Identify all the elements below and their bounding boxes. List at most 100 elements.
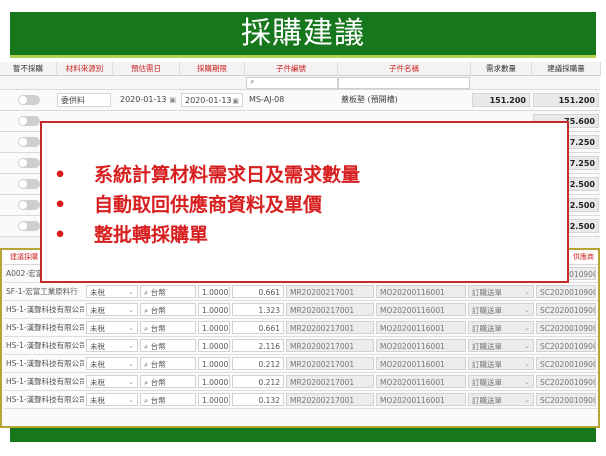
deadline-field[interactable]: 2020-01-13 ▣ — [181, 93, 243, 107]
chevron-down-icon: ⌄ — [524, 288, 530, 296]
chevron-down-icon: ⌄ — [128, 342, 134, 350]
source-select[interactable]: 委供料 — [57, 93, 111, 107]
col-header-hold[interactable]: 暫不採購 — [0, 62, 57, 76]
mo-number-cell: MO20200116001 — [376, 303, 466, 316]
feature-callout: • 系統計算材料需求日及需求數量 • 自動取回供應商資料及單價 • 整批轉採購單 — [40, 121, 569, 283]
currency-lookup[interactable]: ⌕ 台幣 — [140, 339, 196, 352]
sc-number-cell: SC20200109001 — [536, 375, 596, 388]
chevron-down-icon: ⌄ — [524, 306, 530, 314]
tab-supplier[interactable]: 供應商 — [573, 252, 594, 263]
sc-number-cell: SC20200109001 — [536, 321, 596, 334]
chevron-down-icon: ⌄ — [524, 360, 530, 368]
table-row[interactable]: HS-1-漢聲科技有限公司 未稅 ⌄ ⌕ 台幣 1.0000 0.661 MR2020021… — [4, 319, 598, 337]
search-icon: ⌕ — [144, 342, 151, 351]
tax-select[interactable]: 未稅⌄ — [86, 321, 138, 334]
need-date-field[interactable]: 2020-01-13 ▣ — [117, 93, 179, 107]
unit-price-field[interactable]: 0.132 — [232, 393, 284, 406]
exchange-rate-field[interactable]: 1.0000 — [198, 375, 230, 388]
currency-lookup[interactable]: ⌕ 台幣 — [140, 357, 196, 370]
tax-select[interactable]: 未稅⌄ — [86, 393, 138, 406]
exchange-rate-field[interactable]: 1.0000 — [198, 285, 230, 298]
order-action-select[interactable]: 訂購送單⌄ — [468, 285, 534, 298]
order-action-select[interactable]: 訂購送單⌄ — [468, 393, 534, 406]
col-header-need-date[interactable]: 預估需日 — [113, 62, 180, 76]
supplier-cell: SF-1-宏富工業原料行 — [6, 287, 78, 296]
chevron-down-icon: ⌄ — [128, 324, 134, 332]
mr-number-cell: MR20200217001 — [286, 393, 374, 406]
tax-select[interactable]: 未稅⌄ — [86, 339, 138, 352]
exchange-rate-field[interactable]: 1.0000 — [198, 393, 230, 406]
hold-toggle[interactable] — [18, 200, 40, 210]
search-icon: ⌕ — [250, 77, 255, 86]
callout-item: • 自動取回供應商資料及單價 — [54, 194, 323, 216]
tax-select[interactable]: 未稅⌄ — [86, 357, 138, 370]
table-row[interactable]: HS-1-漢聲科技有限公司 未稅 ⌄ ⌕ 台幣 1.0000 1.323 MR2020021… — [4, 301, 598, 319]
chevron-down-icon: ⌄ — [128, 306, 134, 314]
unit-price-field[interactable]: 0.661 — [232, 321, 284, 334]
tax-select[interactable]: 未稅⌄ — [86, 285, 138, 298]
currency-lookup[interactable]: ⌕ 台幣 — [140, 375, 196, 388]
currency-lookup[interactable]: ⌕ 台幣 — [140, 303, 196, 316]
supplier-cell: HS-1-漢聲科技有限公司 — [6, 395, 84, 404]
table-row[interactable]: HS-1-漢聲科技有限公司 未稅 ⌄ ⌕ 台幣 1.0000 2.116 MR2020021… — [4, 337, 598, 355]
hold-toggle[interactable] — [18, 221, 40, 231]
unit-price-field[interactable]: 2.116 — [232, 339, 284, 352]
hold-toggle[interactable] — [18, 158, 40, 168]
sc-number-cell: SC20200109001 — [536, 357, 596, 370]
order-action-select[interactable]: 訂購送單⌄ — [468, 375, 534, 388]
order-action-select[interactable]: 訂購送單⌄ — [468, 321, 534, 334]
hold-toggle[interactable] — [18, 116, 40, 126]
hold-toggle[interactable] — [18, 179, 40, 189]
currency-lookup[interactable]: ⌕ 台幣 — [140, 393, 196, 406]
tax-select[interactable]: 未稅⌄ — [86, 303, 138, 316]
mo-number-cell: MO20200116001 — [376, 357, 466, 370]
exchange-rate-field[interactable]: 1.0000 — [198, 303, 230, 316]
part-name-filter-input[interactable] — [338, 77, 470, 89]
table-row[interactable]: HS-1-漢聲科技有限公司 未稅 ⌄ ⌕ 台幣 1.0000 0.132 MR2020021… — [4, 391, 598, 409]
exchange-rate-field[interactable]: 1.0000 — [198, 321, 230, 334]
part-no-cell: MS-AJ-08 — [249, 95, 285, 104]
col-header-part-name[interactable]: 子件名稱 — [338, 62, 471, 76]
table-row[interactable]: HS-1-漢聲科技有限公司 未稅 ⌄ ⌕ 台幣 1.0000 0.212 MR2020021… — [4, 373, 598, 391]
mr-number-cell: MR20200217001 — [286, 339, 374, 352]
currency-lookup[interactable]: ⌕ 台幣 — [140, 285, 196, 298]
col-header-source[interactable]: 材料來源別 — [57, 62, 113, 76]
exchange-rate-field[interactable]: 1.0000 — [198, 357, 230, 370]
col-header-demand-qty[interactable]: 需求數量 — [471, 62, 532, 76]
col-header-suggest-qty[interactable]: 建議採購量 — [532, 62, 601, 76]
exchange-rate-field[interactable]: 1.0000 — [198, 339, 230, 352]
col-header-part-no[interactable]: 子件編號 — [245, 62, 338, 76]
sc-number-cell: SC20200109001 — [536, 303, 596, 316]
tax-select[interactable]: 未稅⌄ — [86, 375, 138, 388]
order-action-select[interactable]: 訂購送單⌄ — [468, 303, 534, 316]
callout-item: • 整批轉採購單 — [54, 224, 209, 246]
mr-number-cell: MR20200217001 — [286, 357, 374, 370]
unit-price-field[interactable]: 0.212 — [232, 375, 284, 388]
unit-price-field[interactable]: 1.323 — [232, 303, 284, 316]
hold-toggle[interactable] — [18, 95, 40, 105]
mr-number-cell: MR20200217001 — [286, 303, 374, 316]
tab-suggestion[interactable]: 建議採購 — [10, 252, 38, 263]
col-header-deadline[interactable]: 採購期限 — [180, 62, 245, 76]
mr-number-cell: MR20200217001 — [286, 321, 374, 334]
footer-bar — [10, 428, 596, 442]
order-action-select[interactable]: 訂購送單⌄ — [468, 339, 534, 352]
chevron-down-icon: ⌄ — [128, 396, 134, 404]
hold-toggle[interactable] — [18, 137, 40, 147]
table-row[interactable]: SF-1-宏富工業原料行 未稅 ⌄ ⌕ 台幣 1.0000 0.661 MR20200217… — [4, 283, 598, 301]
chevron-down-icon: ⌄ — [128, 360, 134, 368]
mr-number-cell: MR20200217001 — [286, 375, 374, 388]
banner-accent-line — [10, 55, 596, 58]
unit-price-field[interactable]: 0.661 — [232, 285, 284, 298]
callout-item: • 系統計算材料需求日及需求數量 — [54, 164, 361, 186]
order-action-select[interactable]: 訂購送單⌄ — [468, 357, 534, 370]
slide: 採購建議 暫不採購 材料來源別 預估需日 採購期限 子件編號 子件名稱 需求數量… — [0, 0, 606, 456]
chevron-down-icon: ⌄ — [128, 378, 134, 386]
table-row[interactable]: 委供料 2020-01-13 ▣ 2020-01-13 ▣ MS-AJ-08 蓋板墊… — [0, 90, 600, 111]
table-row[interactable]: HS-1-漢聲科技有限公司 未稅 ⌄ ⌕ 台幣 1.0000 0.212 MR2020021… — [4, 355, 598, 373]
suggest-qty-input[interactable]: 151.200 — [533, 93, 599, 107]
unit-price-field[interactable]: 0.212 — [232, 357, 284, 370]
search-icon: ⌕ — [144, 288, 151, 297]
part-no-filter-input[interactable]: ⌕ — [246, 77, 338, 89]
currency-lookup[interactable]: ⌕ 台幣 — [140, 321, 196, 334]
